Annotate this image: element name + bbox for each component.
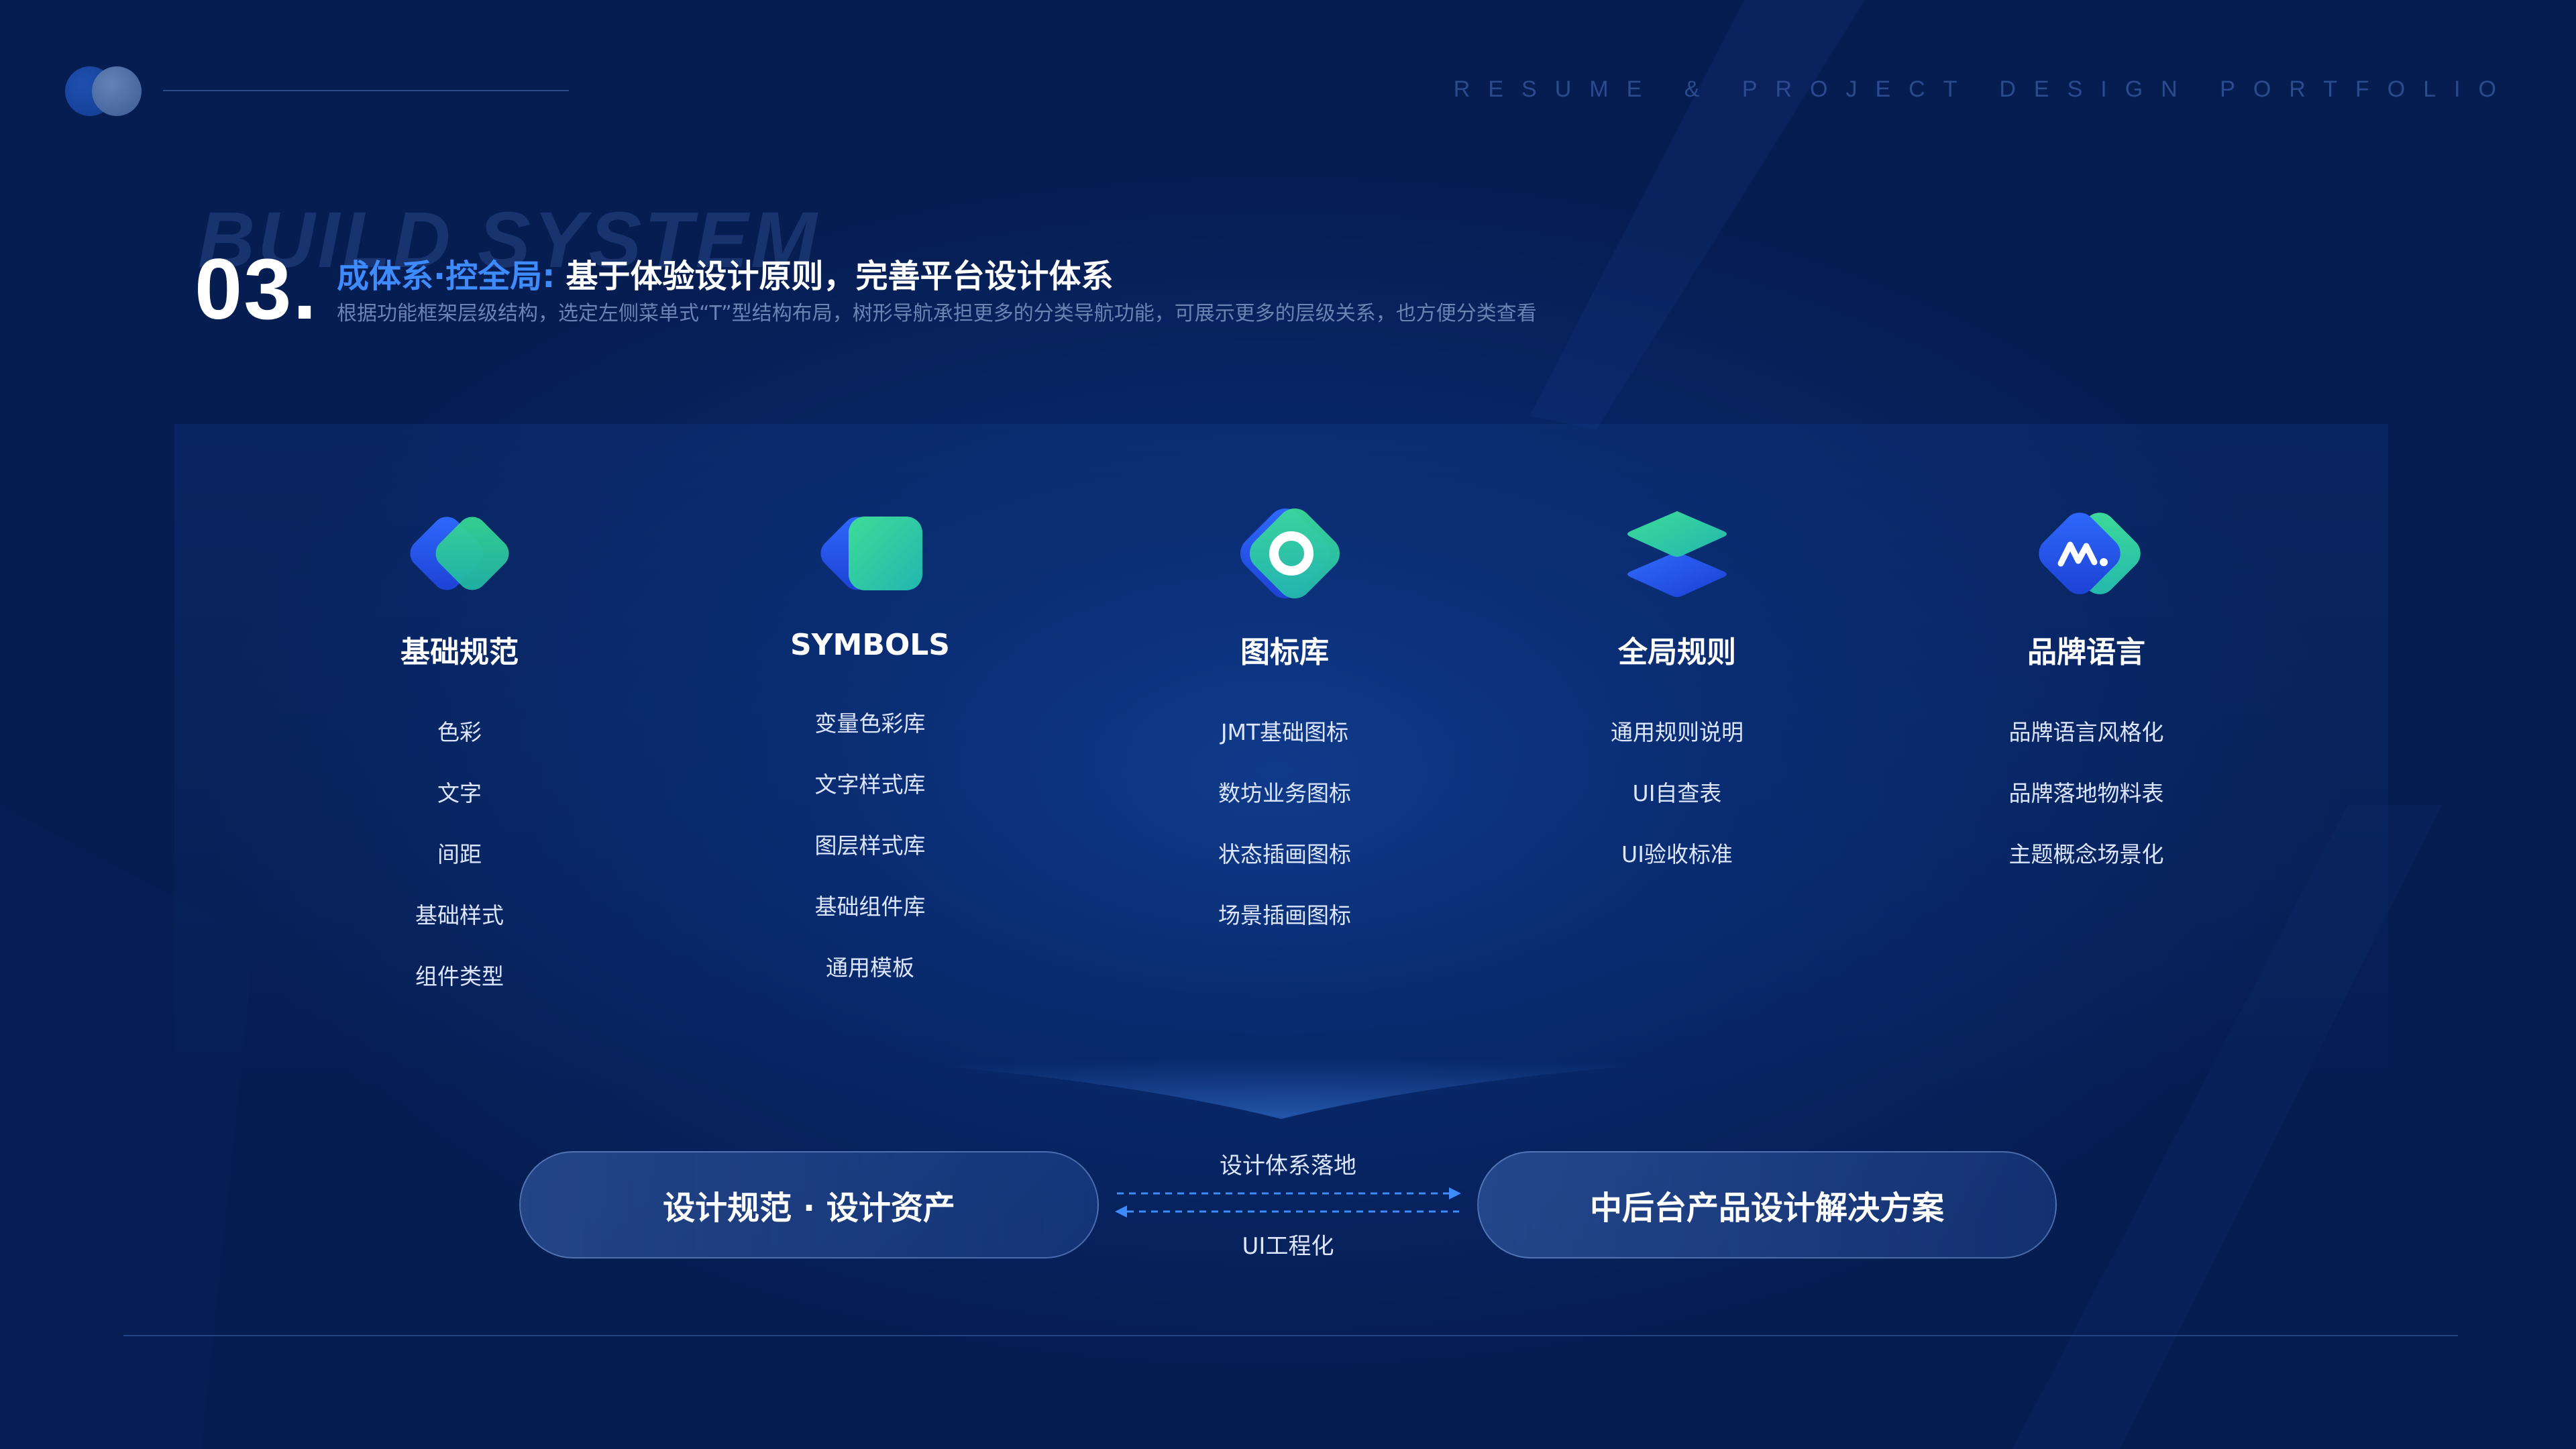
- list-item[interactable]: 通用模板: [669, 937, 1071, 998]
- column-basic-spec: 基础规范 色彩 文字 间距 基础样式 组件类型: [258, 496, 661, 1007]
- column-list: 色彩 文字 间距 基础样式 组件类型: [258, 702, 661, 1007]
- list-item[interactable]: 基础组件库: [669, 876, 1071, 937]
- design-assets-pill[interactable]: 设计规范 · 设计资产: [519, 1151, 1099, 1258]
- list-item[interactable]: 间距: [258, 824, 661, 885]
- list-item[interactable]: 基础样式: [258, 885, 661, 946]
- column-title: 基础规范: [400, 635, 519, 669]
- list-item[interactable]: 数坊业务图标: [1083, 763, 1486, 824]
- list-item[interactable]: 文字: [258, 763, 661, 824]
- section-title: 成体系·控全局: 基于体验设计原则，完善平台设计体系: [337, 250, 1113, 297]
- brand-wave-icon: [2039, 513, 2141, 594]
- list-item[interactable]: JMT基础图标: [1083, 702, 1486, 763]
- column-title: 品牌语言: [2027, 635, 2145, 669]
- column-list: 通用规则说明 UI自查表 UI验收标准: [1476, 702, 1878, 885]
- section-title-accent: 成体系·控全局:: [337, 258, 555, 295]
- list-item[interactable]: 主题概念场景化: [1885, 824, 2288, 885]
- solution-pill[interactable]: 中后台产品设计解决方案: [1477, 1151, 2057, 1258]
- list-item[interactable]: 品牌语言风格化: [1885, 702, 2288, 763]
- diamond-pair-icon: [410, 517, 509, 590]
- flow-label-landing: 设计体系落地: [1220, 1152, 1356, 1179]
- list-item[interactable]: 变量色彩库: [669, 693, 1071, 754]
- column-title: 图标库: [1240, 635, 1329, 669]
- flow-label-engineering: UI工程化: [1242, 1233, 1334, 1260]
- list-item[interactable]: 状态插画图标: [1083, 824, 1486, 885]
- section-title-main: 基于体验设计原则，完善平台设计体系: [566, 258, 1114, 295]
- bottom-divider: [123, 1335, 2458, 1336]
- column-symbols: SYMBOLS 变量色彩库 文字样式库 图层样式库 基础组件库 通用模板: [669, 496, 1071, 998]
- column-global-rules: 全局规则 通用规则说明 UI自查表 UI验收标准: [1476, 496, 1878, 885]
- list-item[interactable]: 通用规则说明: [1476, 702, 1878, 763]
- section-description: 根据功能框架层级结构，选定左侧菜单式“T”型结构布局，树形导航承担更多的分类导航…: [337, 302, 1537, 325]
- arrow-left-icon: [1115, 1205, 1127, 1218]
- list-item[interactable]: 组件类型: [258, 946, 661, 1007]
- column-list: JMT基础图标 数坊业务图标 状态插画图标 场景插画图标: [1083, 702, 1486, 946]
- column-title: SYMBOLS: [790, 628, 950, 662]
- column-icon-library: 图标库 JMT基础图标 数坊业务图标 状态插画图标 场景插画图标: [1083, 496, 1486, 946]
- list-item[interactable]: 品牌落地物料表: [1885, 763, 2288, 824]
- list-item[interactable]: 文字样式库: [669, 754, 1071, 815]
- list-item[interactable]: 图层样式库: [669, 815, 1071, 876]
- list-item[interactable]: UI验收标准: [1476, 824, 1878, 885]
- list-item[interactable]: 色彩: [258, 702, 661, 763]
- arrow-right-icon: [1449, 1187, 1461, 1199]
- portfolio-tag: RESUME & PROJECT DESIGN PORTFOLIO: [1453, 76, 2514, 102]
- list-item[interactable]: UI自查表: [1476, 763, 1878, 824]
- top-divider: [163, 90, 569, 91]
- brand-logo: [65, 66, 143, 116]
- column-list: 变量色彩库 文字样式库 图层样式库 基础组件库 通用模板: [669, 693, 1071, 998]
- column-title: 全局规则: [1618, 635, 1736, 669]
- ring-icon: [1240, 508, 1340, 599]
- column-brand-language: 品牌语言 品牌语言风格化 品牌落地物料表 主题概念场景化: [1885, 496, 2288, 885]
- logo-circle-right: [92, 66, 142, 116]
- list-item[interactable]: 场景插画图标: [1083, 885, 1486, 946]
- column-list: 品牌语言风格化 品牌落地物料表 主题概念场景化: [1885, 702, 2288, 885]
- rounded-square-icon: [820, 517, 922, 590]
- layers-icon: [1627, 511, 1727, 597]
- section-number: 03.: [195, 241, 318, 337]
